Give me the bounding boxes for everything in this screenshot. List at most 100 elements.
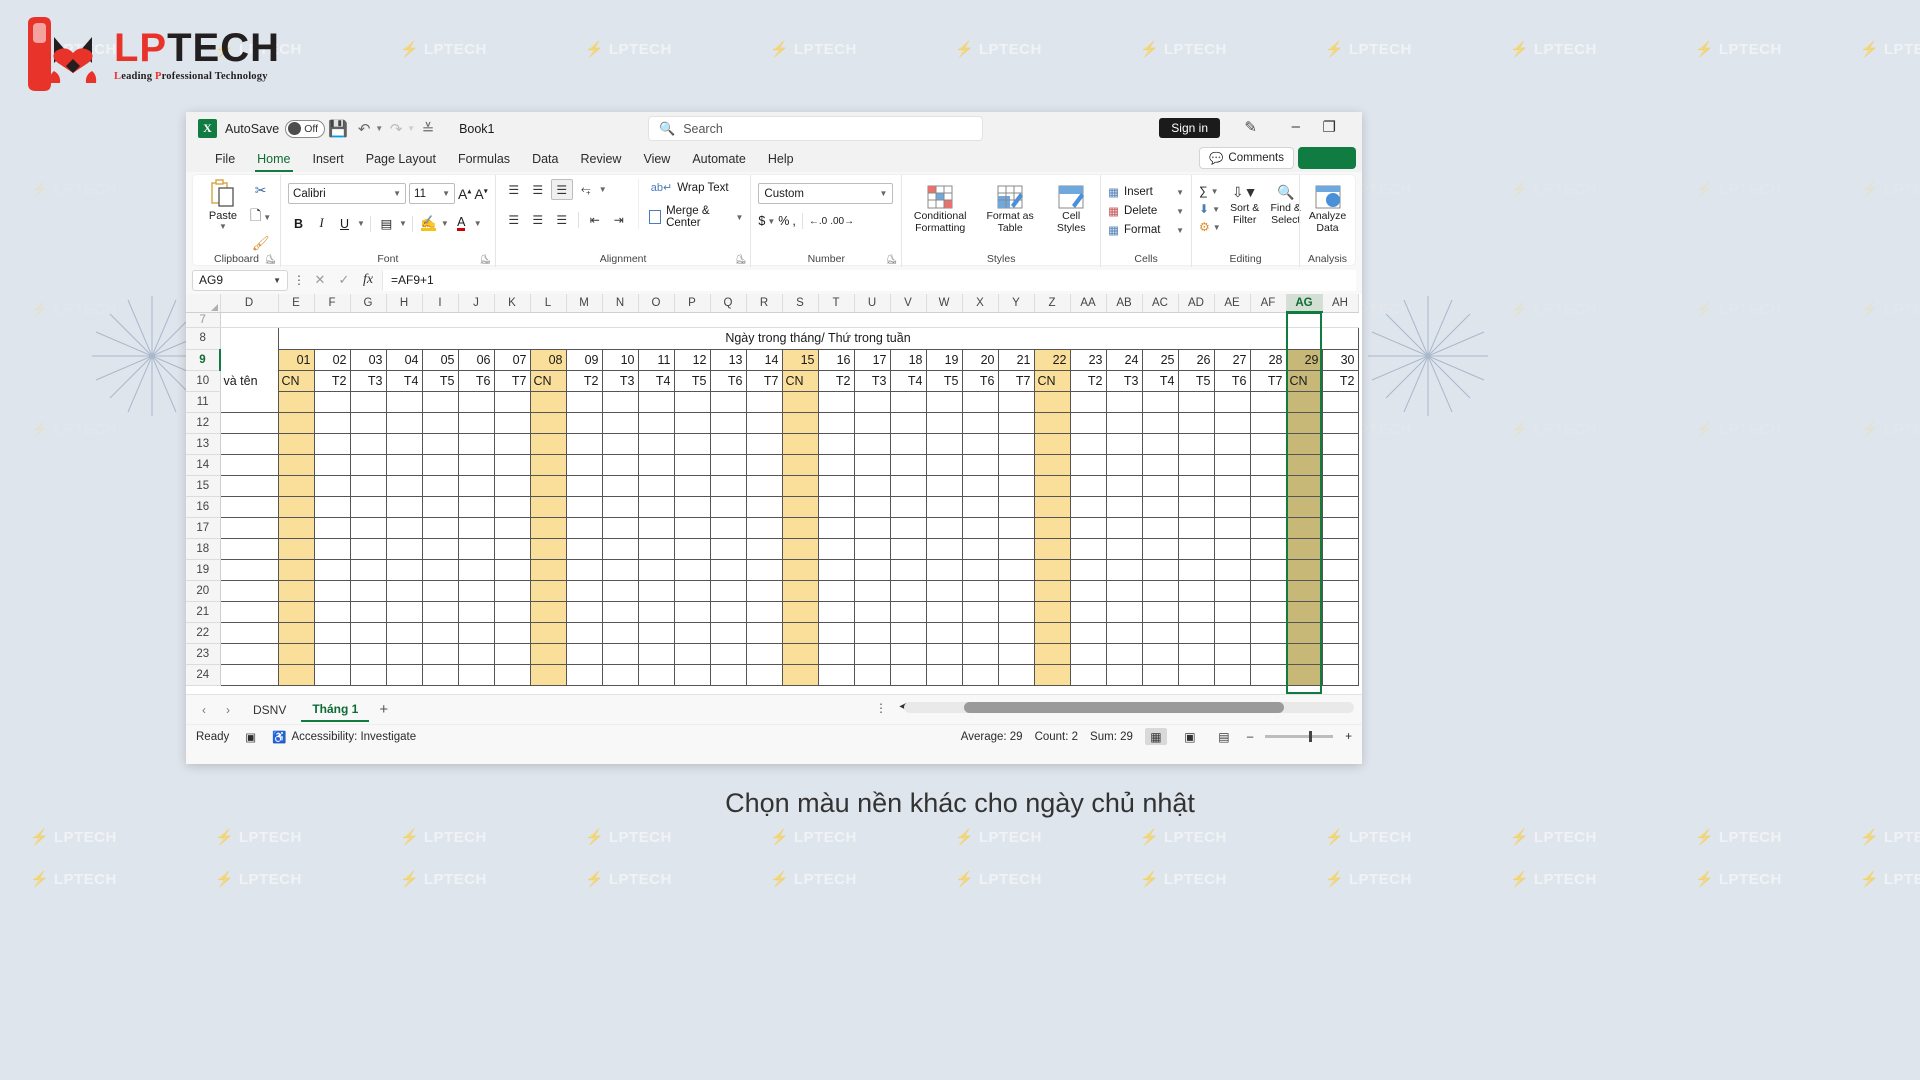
cell[interactable] [1321,621,1359,644]
cell[interactable] [890,312,926,328]
cell[interactable] [781,663,819,686]
zoom-out-button[interactable]: – [1247,731,1253,743]
cell[interactable] [745,390,783,413]
insert-function-icon[interactable]: fx [358,272,378,288]
cell[interactable] [925,579,963,602]
cell[interactable] [1213,642,1251,665]
day-number-cell[interactable]: 27 [1213,348,1251,371]
fill-color-icon[interactable]: ✍ [418,213,439,234]
cell[interactable] [709,453,747,476]
cell[interactable] [781,642,819,665]
cell[interactable] [745,411,783,434]
weekday-cell[interactable]: T2 [1069,369,1107,392]
normal-view-icon[interactable]: ▦ [1144,728,1167,745]
cell[interactable] [457,411,495,434]
cell[interactable] [961,663,999,686]
column-header-ac[interactable]: AC [1142,294,1179,313]
cell[interactable] [782,312,818,328]
cell[interactable] [673,474,711,497]
row-header-8[interactable]: 8 [186,327,221,350]
cell[interactable] [709,411,747,434]
column-header-u[interactable]: U [854,294,891,313]
cell[interactable] [1033,516,1071,539]
wrap-text-button[interactable]: ab↵ Wrap Text [649,179,744,196]
cell[interactable] [422,312,458,328]
copy-dropdown-icon[interactable]: ▼ [263,213,271,222]
cell[interactable] [997,537,1035,560]
cell[interactable] [1105,453,1143,476]
font-color-icon[interactable]: A [451,213,472,234]
cell[interactable] [817,579,855,602]
cell[interactable] [1177,411,1215,434]
column-header-af[interactable]: AF [1250,294,1287,313]
cell[interactable] [1033,642,1071,665]
underline-dropdown-icon[interactable]: ▼ [357,219,365,228]
cell[interactable] [493,516,531,539]
cell[interactable] [601,579,639,602]
weekday-cell[interactable]: T6 [457,369,495,392]
cell[interactable] [997,558,1035,581]
cell[interactable] [709,621,747,644]
cell[interactable] [637,432,675,455]
cell[interactable] [1321,453,1359,476]
table-row[interactable]: 11 [186,390,1359,413]
cell[interactable] [565,432,603,455]
cell[interactable] [313,432,351,455]
cell[interactable] [349,432,387,455]
cell[interactable] [1105,600,1143,623]
cell[interactable] [1105,621,1143,644]
table-row[interactable]: 17 [186,516,1359,539]
cell[interactable] [637,558,675,581]
cell[interactable] [1177,579,1215,602]
cell[interactable] [219,496,278,518]
cell[interactable] [961,432,999,455]
weekday-cell[interactable]: T4 [637,369,675,392]
cell[interactable] [277,495,315,518]
weekday-cell[interactable]: T4 [889,369,927,392]
cell[interactable] [709,600,747,623]
cell[interactable] [565,600,603,623]
align-top-icon[interactable]: ☰ [503,179,525,200]
insert-cells-button[interactable]: ▦ Insert ▼ [1108,185,1184,199]
format-cells-button[interactable]: ▦ Format ▼ [1108,223,1184,237]
column-header-ag[interactable]: AG [1286,294,1323,313]
cell[interactable] [925,621,963,644]
cell[interactable] [421,390,459,413]
cell[interactable] [1321,579,1359,602]
cell[interactable] [781,474,819,497]
cell[interactable] [961,642,999,665]
column-header-j[interactable]: J [458,294,495,313]
day-number-cell[interactable]: 02 [313,348,351,371]
cell[interactable] [1249,600,1287,623]
cell[interactable] [421,642,459,665]
cell[interactable] [926,312,962,328]
orientation-dropdown-icon[interactable]: ▼ [599,185,607,194]
cell[interactable] [853,495,891,518]
weekday-cell[interactable]: T3 [853,369,891,392]
cell[interactable] [566,312,602,328]
clipboard-dialog-launcher-icon[interactable]: ⛸ [265,254,276,265]
cell[interactable] [1213,600,1251,623]
day-number-cell[interactable]: 25 [1141,348,1179,371]
cell[interactable] [853,516,891,539]
row-header-10[interactable]: 10 [186,370,221,392]
cell[interactable] [1321,495,1359,518]
cell[interactable] [219,412,278,434]
cell[interactable] [457,558,495,581]
cell[interactable] [853,432,891,455]
cell[interactable] [219,622,278,644]
cell[interactable] [385,474,423,497]
add-sheet-icon[interactable]: + [379,701,388,718]
cell[interactable] [745,495,783,518]
cell[interactable] [673,621,711,644]
row-header-14[interactable]: 14 [186,454,221,476]
cell[interactable] [385,390,423,413]
cell[interactable] [1141,663,1179,686]
cell[interactable] [1249,432,1287,455]
cell[interactable] [1285,663,1323,686]
cell[interactable] [457,453,495,476]
cell[interactable] [1069,621,1107,644]
cell[interactable] [889,621,927,644]
tab-page-layout[interactable]: Page Layout [355,150,447,168]
bold-button[interactable]: B [288,213,309,234]
